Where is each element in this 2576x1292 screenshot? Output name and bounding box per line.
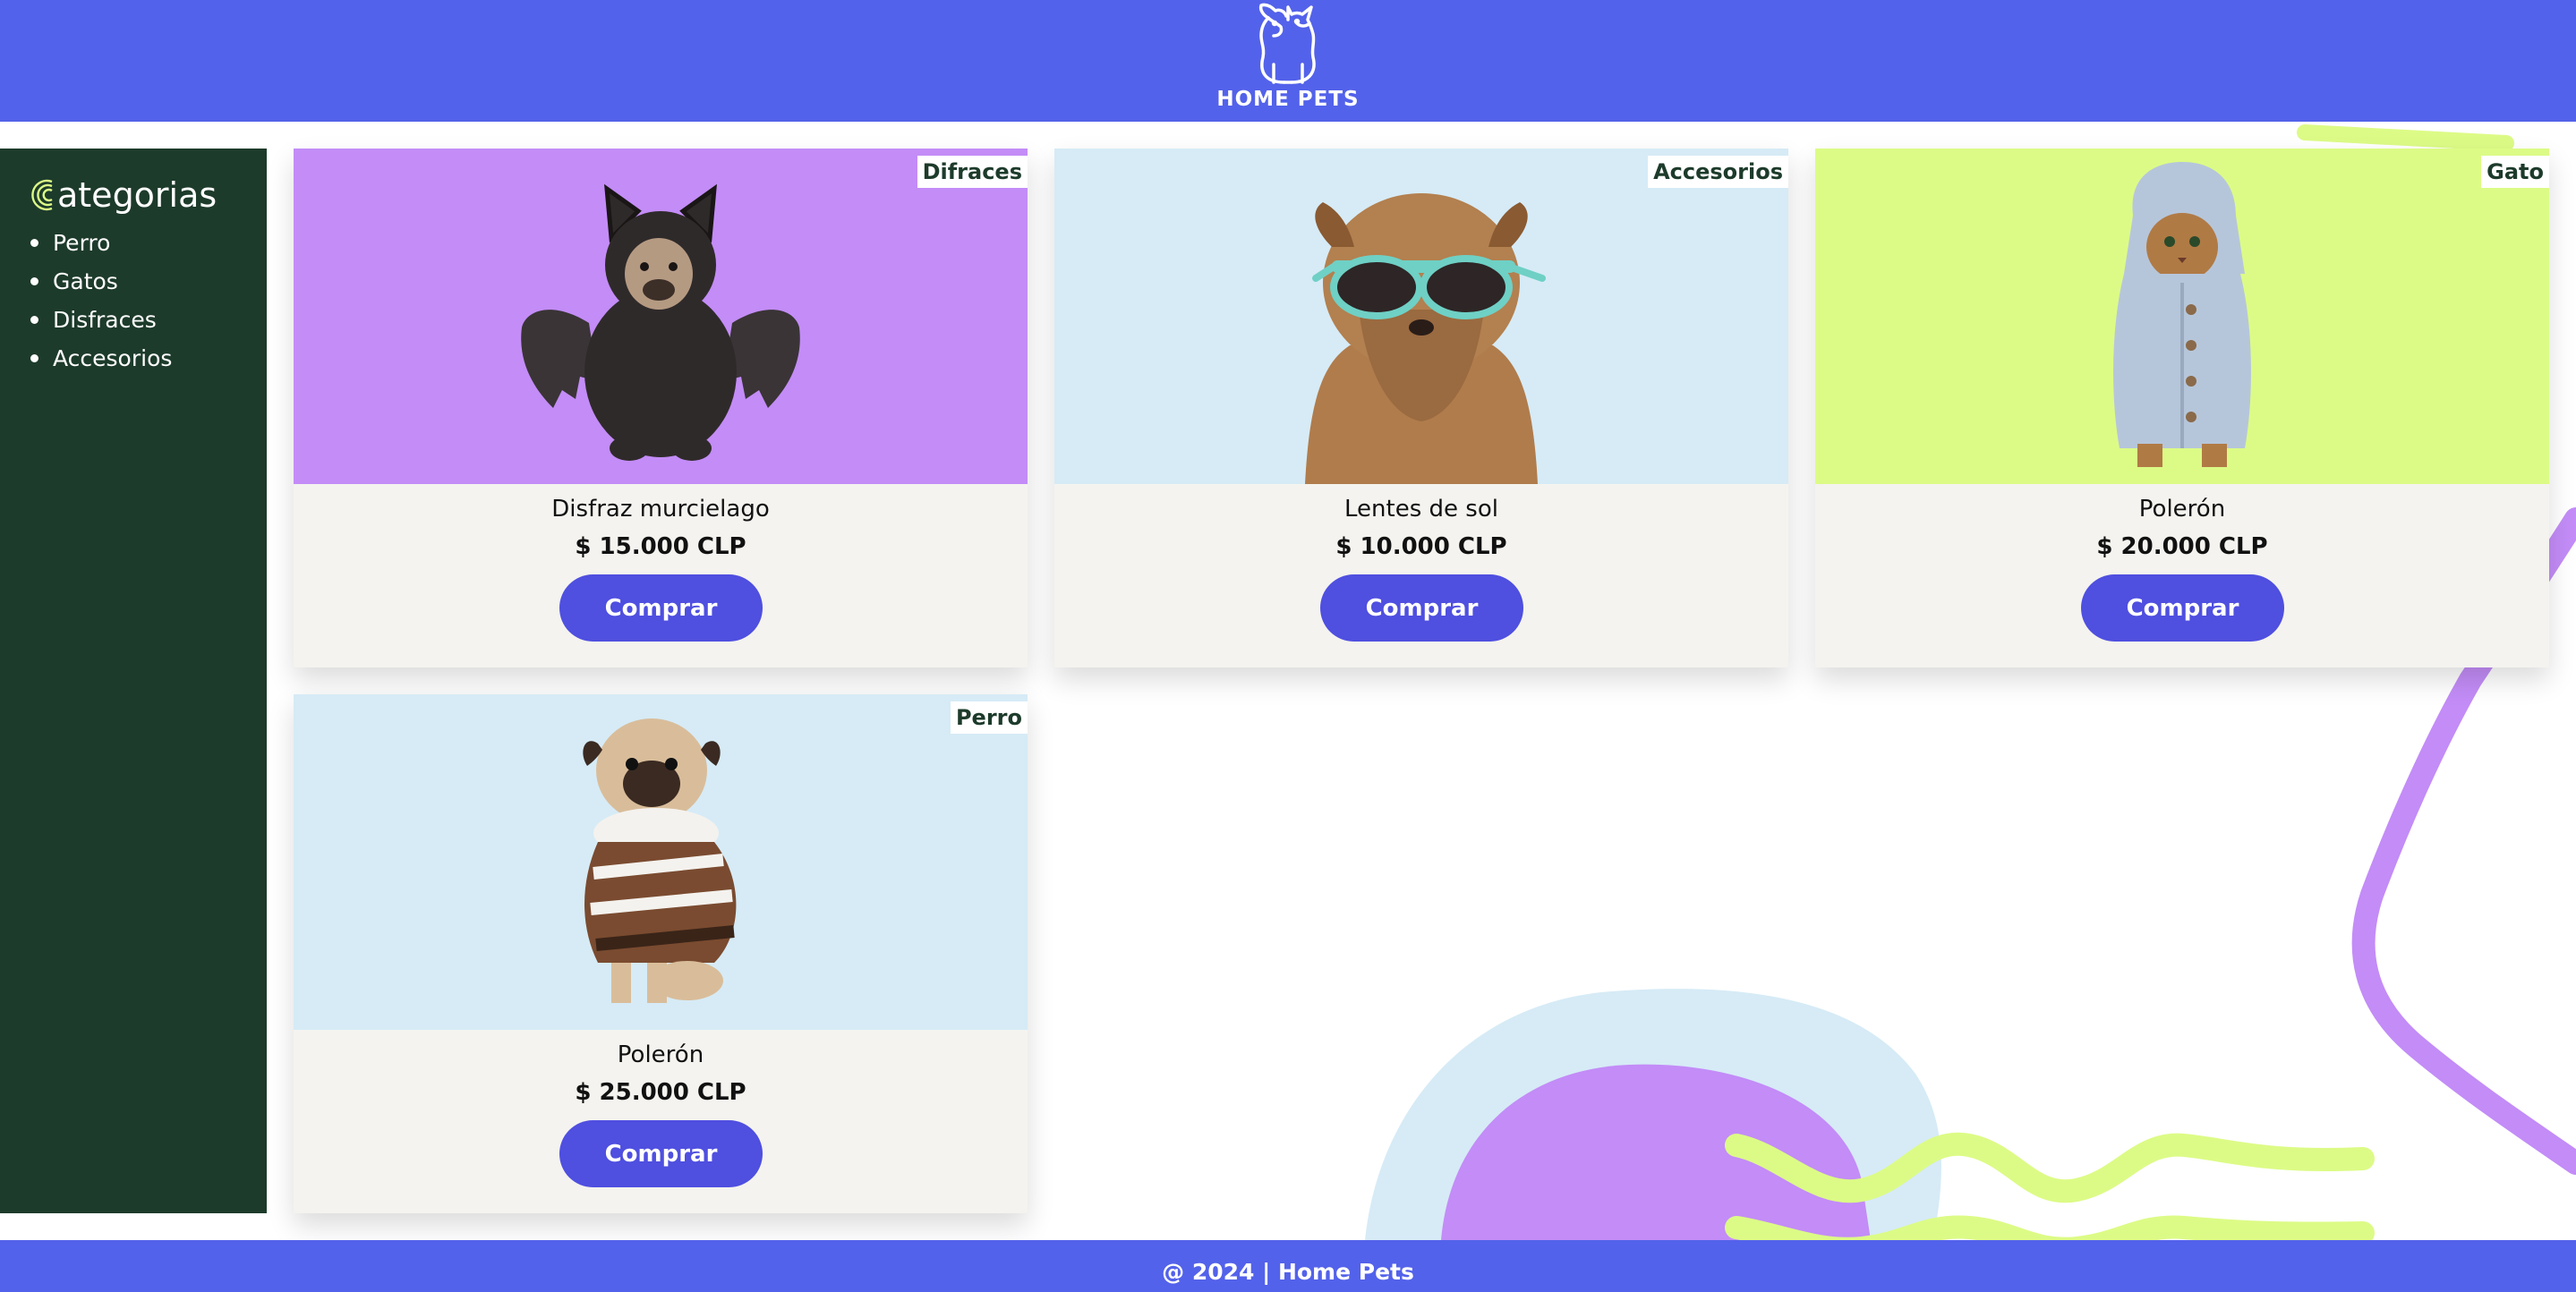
site-header: HOME PETS — [0, 0, 2576, 122]
page: HOME PETS ategorias Perro Gatos Disfrace… — [0, 0, 2576, 1292]
category-item-disfraces[interactable]: Disfraces — [30, 301, 267, 339]
product-name: Lentes de sol — [1344, 496, 1498, 523]
buy-button[interactable]: Comprar — [559, 1120, 763, 1187]
product-card: Perro Polerón $ 25.000 CLP Comprar — [294, 694, 1028, 1213]
site-footer: @ 2024 | Home Pets — [0, 1240, 2576, 1292]
product-card: Difraces Disfraz murcielago $ 15.000 CLP… — [294, 149, 1028, 667]
product-image-area — [1815, 149, 2549, 484]
dog-sunglasses-image — [1305, 193, 1546, 484]
product-price: $ 20.000 CLP — [2096, 533, 2268, 560]
category-label: Disfraces — [53, 307, 157, 333]
category-item-perro[interactable]: Perro — [30, 224, 267, 262]
product-price: $ 10.000 CLP — [1335, 533, 1507, 560]
bullet-icon — [30, 239, 38, 247]
bat-costume-pug-image — [521, 183, 800, 461]
category-tag: Difraces — [917, 156, 1028, 188]
footer-copyright: @ 2024 | Home Pets — [1162, 1258, 1414, 1285]
product-name: Polerón — [2138, 496, 2226, 523]
product-name: Disfraz murcielago — [551, 496, 770, 523]
categories-heading: ategorias — [25, 175, 267, 215]
product-image-area — [294, 149, 1028, 484]
cat-hoodie-image — [2113, 162, 2251, 467]
buy-button[interactable]: Comprar — [559, 574, 763, 642]
buy-button[interactable]: Comprar — [2081, 574, 2284, 642]
category-tag: Accesorios — [1648, 156, 1788, 188]
product-image-area — [294, 694, 1028, 1030]
buy-button[interactable]: Comprar — [1320, 574, 1523, 642]
category-tag: Perro — [950, 701, 1028, 734]
product-image-area — [1054, 149, 1788, 484]
bullet-icon — [30, 354, 38, 362]
brand-name[interactable]: HOME PETS — [1216, 88, 1359, 111]
categories-title: ategorias — [57, 175, 218, 215]
product-price: $ 25.000 CLP — [575, 1079, 746, 1106]
category-label: Perro — [53, 230, 111, 256]
category-label: Accesorios — [53, 345, 173, 371]
category-tag: Gato — [2481, 156, 2549, 188]
category-sidebar: ategorias Perro Gatos Disfraces Accesori… — [0, 149, 267, 1213]
c-logo-icon — [31, 179, 53, 211]
product-card: Gato Polerón $ 20.000 CLP Comprar — [1815, 149, 2549, 667]
category-list: Perro Gatos Disfraces Accesorios — [25, 224, 267, 378]
pug-sweater-image — [583, 718, 737, 1003]
dog-cat-logo-icon[interactable] — [1238, 0, 1338, 88]
product-price: $ 15.000 CLP — [575, 533, 746, 560]
category-label: Gatos — [53, 268, 118, 294]
product-name: Polerón — [617, 1041, 704, 1068]
product-card: Accesorios Lentes de sol $ 10.000 CLP Co… — [1054, 149, 1788, 667]
bullet-icon — [30, 316, 38, 324]
bullet-icon — [30, 277, 38, 285]
category-item-gatos[interactable]: Gatos — [30, 262, 267, 301]
category-item-accesorios[interactable]: Accesorios — [30, 339, 267, 378]
